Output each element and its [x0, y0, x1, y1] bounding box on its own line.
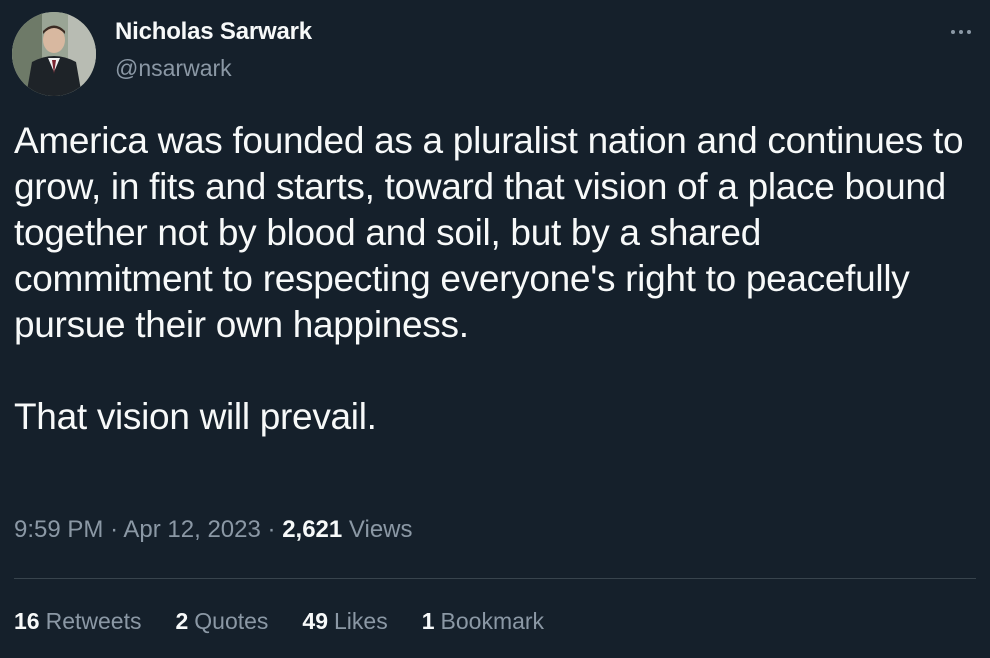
- likes-count: 49: [302, 608, 329, 634]
- divider: [14, 578, 976, 579]
- avatar-photo: [12, 12, 96, 96]
- views-label: Views: [348, 516, 413, 543]
- tweet-card: Nicholas Sarwark @nsarwark America was f…: [0, 0, 990, 658]
- views-count: 2,621: [282, 516, 343, 543]
- meta-separator: ·: [110, 516, 119, 543]
- tweet-time[interactable]: 9:59 PM: [14, 516, 103, 543]
- engagement-stats: 16 Retweets 2 Quotes 49 Likes 1 Bookmark: [14, 608, 578, 635]
- tweet-text: America was founded as a pluralist natio…: [14, 118, 964, 440]
- likes-link[interactable]: 49 Likes: [302, 608, 387, 635]
- tweet-meta: 9:59 PM · Apr 12, 2023 · 2,621 Views: [14, 516, 413, 544]
- more-horizontal-icon-dot: [959, 30, 963, 34]
- tweet-date[interactable]: Apr 12, 2023: [123, 516, 260, 543]
- author-handle[interactable]: @nsarwark: [115, 55, 232, 82]
- quotes-link[interactable]: 2 Quotes: [175, 608, 268, 635]
- more-horizontal-icon-dot: [967, 30, 971, 34]
- avatar[interactable]: [12, 12, 96, 96]
- quotes-count: 2: [175, 608, 189, 634]
- more-horizontal-icon: [951, 30, 955, 34]
- retweets-count: 16: [14, 608, 40, 634]
- meta-separator: ·: [267, 516, 276, 543]
- tweet-paragraph: America was founded as a pluralist natio…: [14, 120, 964, 345]
- quotes-label: Quotes: [194, 608, 269, 634]
- author-name[interactable]: Nicholas Sarwark: [115, 18, 312, 46]
- retweets-label: Retweets: [45, 608, 142, 634]
- bookmarks-label: Bookmark: [440, 608, 545, 634]
- more-options-button[interactable]: [946, 18, 976, 46]
- bookmarks-link[interactable]: 1 Bookmark: [422, 608, 544, 635]
- likes-label: Likes: [334, 608, 388, 634]
- retweets-link[interactable]: 16 Retweets: [14, 608, 141, 635]
- bookmarks-count: 1: [421, 608, 435, 634]
- tweet-paragraph: That vision will prevail.: [14, 396, 377, 437]
